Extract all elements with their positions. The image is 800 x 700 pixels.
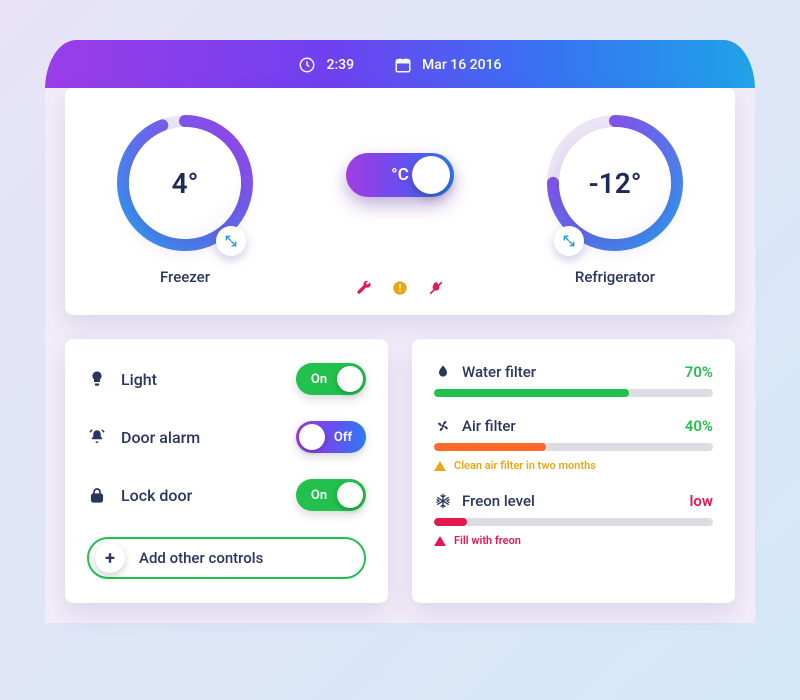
toggle-knob [299, 424, 325, 450]
header-bar: 2:39 Mar 16 2016 [45, 40, 755, 90]
control-label: Door alarm [121, 428, 200, 447]
toggle-switch[interactable]: On [296, 479, 366, 511]
metric-head: Air filter 40% [434, 417, 713, 435]
date-text: Mar 16 2016 [422, 57, 501, 73]
unit-toggle-knob [412, 156, 450, 194]
progress-fill [434, 518, 467, 526]
add-controls-button[interactable]: + Add other controls [87, 537, 366, 579]
plus-icon: + [95, 543, 125, 573]
wrench-icon[interactable] [355, 279, 373, 297]
control-label-group: Light [87, 369, 157, 389]
warning-triangle-icon [434, 461, 446, 471]
progress-fill [434, 389, 629, 397]
metric-value: 40% [685, 417, 713, 435]
control-label-group: Lock door [87, 485, 192, 505]
control-row: Light On [87, 363, 366, 395]
metric-value: low [690, 492, 713, 510]
body: 4° Freezer °C [45, 88, 755, 623]
calendar-icon [394, 56, 412, 74]
refrigerator-gauge: -12° Refrigerator [525, 108, 705, 286]
freezer-gauge: 4° Freezer [95, 108, 275, 286]
droplet-icon [434, 363, 452, 381]
expand-icon[interactable] [554, 226, 584, 256]
warning-icon[interactable] [391, 279, 409, 297]
control-label-group: Door alarm [87, 427, 200, 447]
refrigerator-temp-value: -12° [559, 127, 671, 239]
app-window: 2:39 Mar 16 2016 4° [45, 40, 755, 623]
alert: Clean air filter in two months [434, 459, 713, 472]
alert-text: Clean air filter in two months [454, 459, 596, 472]
freezer-label: Freezer [95, 268, 275, 286]
metric: Freon level low Fill with freon [434, 492, 713, 547]
metric: Air filter 40% Clean air filter in two mon… [434, 417, 713, 472]
fan-icon [434, 417, 452, 435]
control-row: Lock door On [87, 479, 366, 511]
freezer-temp-value: 4° [129, 127, 241, 239]
toggle-switch[interactable]: On [296, 363, 366, 395]
metric-value: 70% [685, 363, 713, 381]
refrigerator-label: Refrigerator [525, 268, 705, 286]
warning-triangle-icon [434, 536, 446, 546]
alert: Fill with freon [434, 534, 713, 547]
toggle-switch[interactable]: Off [296, 421, 366, 453]
progress-bar [434, 518, 713, 526]
progress-bar [434, 389, 713, 397]
metric: Water filter 70% [434, 363, 713, 397]
freezer-dial[interactable]: 4° [110, 108, 260, 258]
unit-toggle[interactable]: °C [346, 153, 454, 197]
toggle-knob [337, 482, 363, 508]
metric-label: Air filter [462, 417, 516, 435]
control-label: Light [121, 370, 157, 389]
refrigerator-dial[interactable]: -12° [540, 108, 690, 258]
temperature-card: 4° Freezer °C [65, 88, 735, 315]
progress-bar [434, 443, 713, 451]
toggle-knob [337, 366, 363, 392]
metric-label: Freon level [462, 492, 535, 510]
clock-icon [298, 56, 316, 74]
progress-fill [434, 443, 546, 451]
controls-panel: Light On Door alarm Off Lock door On + Add othe… [65, 339, 388, 603]
add-controls-label: Add other controls [139, 549, 263, 567]
metric-head: Freon level low [434, 492, 713, 510]
lock-icon [87, 485, 107, 505]
flame-off-icon[interactable] [427, 279, 445, 297]
clock-time: 2:39 [326, 57, 354, 73]
control-label: Lock door [121, 486, 192, 505]
clock-group: 2:39 [298, 56, 354, 74]
date-group: Mar 16 2016 [394, 56, 501, 74]
status-icons [355, 279, 445, 297]
metric-label: Water filter [462, 363, 536, 381]
expand-icon[interactable] [216, 226, 246, 256]
lightbulb-icon [87, 369, 107, 389]
control-row: Door alarm Off [87, 421, 366, 453]
bell-icon [87, 427, 107, 447]
alert-text: Fill with freon [454, 534, 521, 547]
metric-head: Water filter 70% [434, 363, 713, 381]
metrics-panel: Water filter 70% Air filter 40% Clean air fi… [412, 339, 735, 603]
snowflake-icon [434, 492, 452, 510]
